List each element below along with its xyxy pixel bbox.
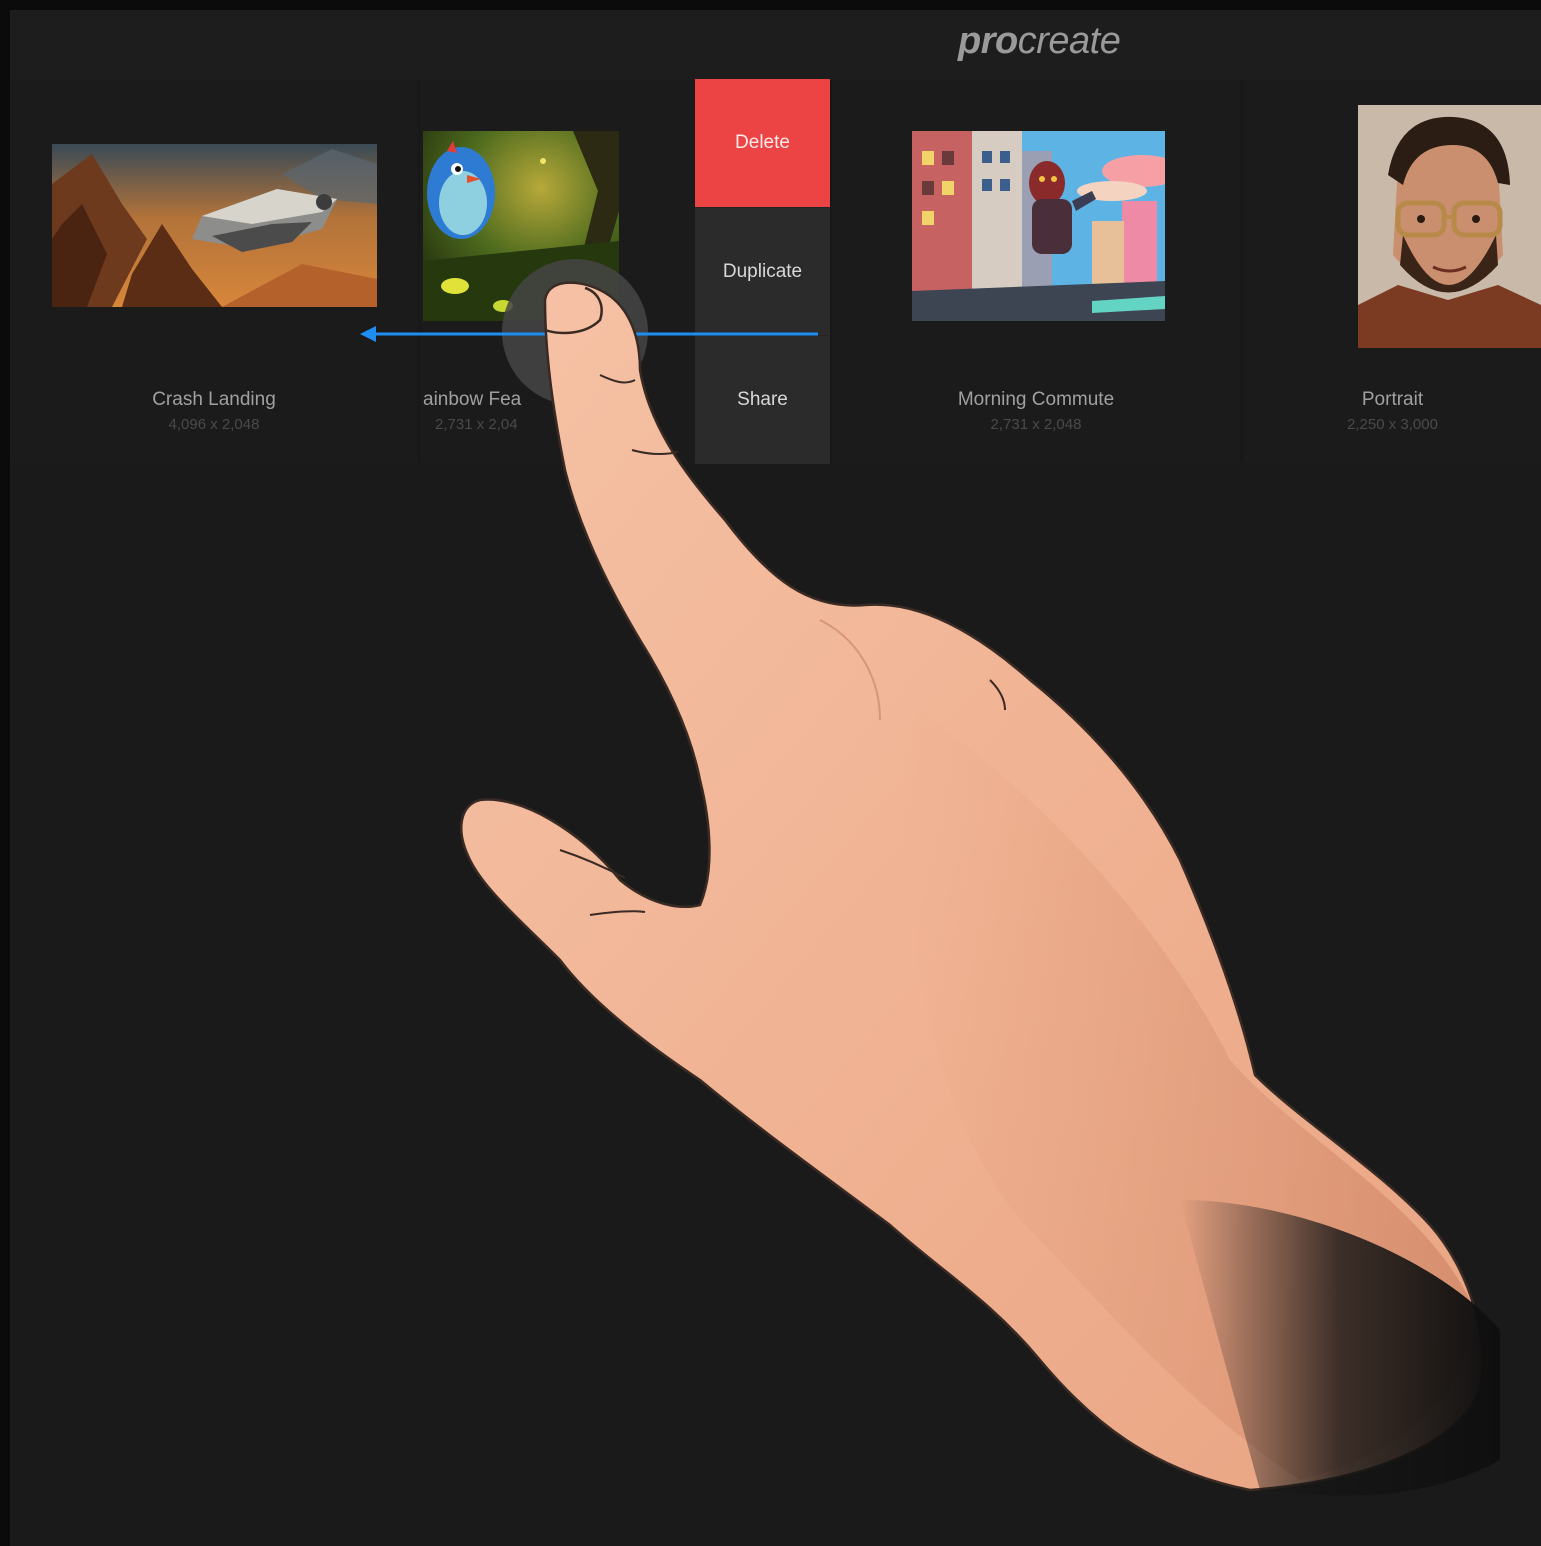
procreate-gallery-screen: procreate Crash Landing 4,096 x 2,048 ai…	[0, 0, 1541, 1546]
pointing-hand-illustration	[460, 281, 1500, 1496]
gesture-overlay	[360, 259, 1500, 1496]
